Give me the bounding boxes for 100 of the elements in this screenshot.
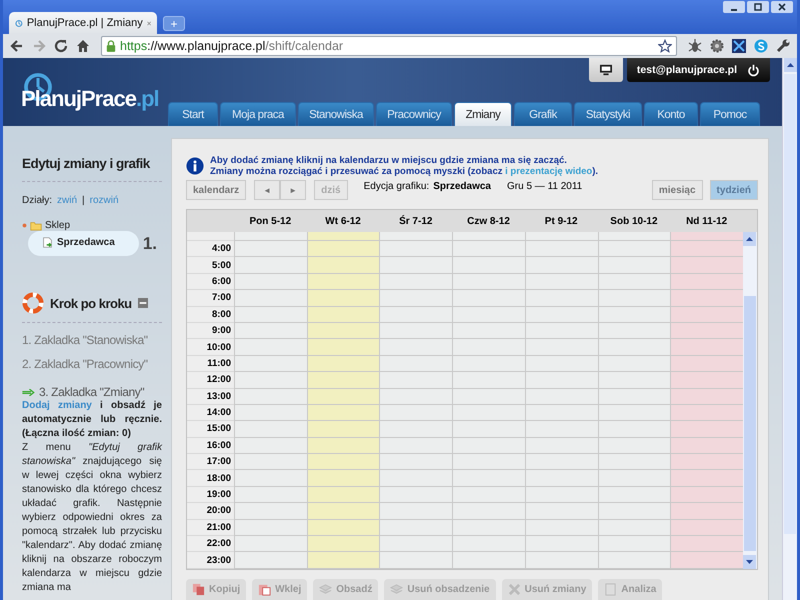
calendar-slot[interactable] <box>379 306 452 323</box>
calendar-slot[interactable] <box>598 470 670 487</box>
calendar-slot[interactable] <box>524 322 598 340</box>
calendar-slot[interactable] <box>524 503 598 520</box>
new-tab-button[interactable]: + <box>163 16 185 31</box>
calendar-slot[interactable] <box>306 552 380 569</box>
calendar-slot[interactable] <box>306 503 380 520</box>
calendar-slot[interactable] <box>452 438 525 454</box>
calendar-slot[interactable] <box>234 290 307 307</box>
calendar-slot[interactable] <box>670 486 743 504</box>
calendar-slot[interactable] <box>524 274 598 290</box>
calendar-slot[interactable] <box>306 454 380 470</box>
calendar-slot[interactable] <box>598 274 670 290</box>
add-shifts-link[interactable]: Dodaj zmiany <box>22 400 92 411</box>
calendar-slot[interactable] <box>452 536 525 552</box>
calendar-slot[interactable] <box>598 356 670 372</box>
calendar-slot[interactable] <box>524 372 598 389</box>
calendar-slot[interactable] <box>452 274 525 290</box>
calendar-slot[interactable] <box>598 232 670 241</box>
calendar-slot[interactable] <box>524 470 598 487</box>
calendar-slot[interactable] <box>306 257 380 274</box>
calendar-slot[interactable] <box>234 454 307 470</box>
calendar-slot[interactable] <box>524 290 598 307</box>
calendar-slot[interactable] <box>452 322 525 340</box>
calendar-slot[interactable] <box>234 552 307 569</box>
calendar-slot[interactable] <box>234 274 307 290</box>
calendar-slot[interactable] <box>524 552 598 569</box>
calendar-slot[interactable] <box>598 486 670 504</box>
calendar-slot[interactable] <box>524 404 598 422</box>
nav-tab[interactable]: Stanowiska <box>298 102 374 126</box>
gear-icon[interactable] <box>709 38 725 54</box>
nav-tab[interactable]: Moja praca <box>220 102 296 126</box>
calendar-slot[interactable] <box>452 404 525 422</box>
calendar-slot[interactable] <box>379 503 452 520</box>
calendar-slot[interactable] <box>306 306 380 323</box>
calendar-slot[interactable] <box>598 372 670 389</box>
calendar-slot[interactable] <box>306 421 380 438</box>
calendar-slot[interactable] <box>234 438 307 454</box>
calendar-slot[interactable] <box>379 257 452 274</box>
calendar-slot[interactable] <box>452 306 525 323</box>
calendar-slot[interactable] <box>452 454 525 470</box>
calendar-slot[interactable] <box>379 274 452 290</box>
logo-text[interactable]: PlanujPrace.pl <box>21 86 159 112</box>
calendar-slot[interactable] <box>598 404 670 422</box>
calendar-slot[interactable] <box>379 388 452 405</box>
calendar-slot[interactable] <box>598 438 670 454</box>
calendar-slot[interactable] <box>379 232 452 241</box>
calendar-slot[interactable] <box>234 421 307 438</box>
calendar-slot[interactable] <box>234 520 307 536</box>
calendar-slot[interactable] <box>234 339 307 356</box>
bug-icon[interactable] <box>687 38 703 54</box>
calendar-slot[interactable] <box>234 404 307 422</box>
calendar-slot[interactable] <box>670 339 743 356</box>
collapse-icon[interactable] <box>138 298 148 308</box>
nav-tab[interactable]: Statystyki <box>574 102 642 126</box>
calendar-button[interactable]: kalendarz <box>186 180 246 200</box>
calendar-slot[interactable] <box>524 232 598 241</box>
calendar-slot[interactable] <box>379 438 452 454</box>
calendar-slot[interactable] <box>524 486 598 504</box>
calendar-slot[interactable] <box>670 274 743 290</box>
extension-icon[interactable] <box>731 38 747 54</box>
calendar-slot[interactable] <box>306 372 380 389</box>
calendar-slot[interactable] <box>670 421 743 438</box>
calendar-slot[interactable] <box>379 339 452 356</box>
calendar-slot[interactable] <box>234 388 307 405</box>
calendar-slot[interactable] <box>379 520 452 536</box>
view-button[interactable]: tydzień <box>710 180 758 200</box>
close-button[interactable] <box>771 1 793 13</box>
calendar-slot[interactable] <box>524 520 598 536</box>
star-icon[interactable] <box>658 39 672 53</box>
calendar-slot[interactable] <box>598 339 670 356</box>
calendar-slot[interactable] <box>379 536 452 552</box>
calendar-slot[interactable] <box>306 438 380 454</box>
calendar-slot[interactable] <box>598 241 670 258</box>
calendar-slot[interactable] <box>598 552 670 569</box>
calendar-slot[interactable] <box>524 421 598 438</box>
user-account-button[interactable]: test@planujprace.pl <box>626 58 770 82</box>
step-link[interactable]: 1. Zakladka "Stanowiska" <box>22 333 148 347</box>
calendar-slot[interactable] <box>452 257 525 274</box>
calendar-slot[interactable] <box>670 520 743 536</box>
calendar-slot[interactable] <box>379 470 452 487</box>
calendar-slot[interactable] <box>234 306 307 323</box>
nav-tab[interactable]: Konto <box>644 102 698 126</box>
calendar-slot[interactable] <box>379 322 452 340</box>
calendar-slot[interactable] <box>670 438 743 454</box>
calendar-slot[interactable] <box>452 372 525 389</box>
nav-tab[interactable]: Start <box>168 102 218 126</box>
nav-tab[interactable]: Zmiany <box>454 102 512 126</box>
calendar-slot[interactable] <box>452 421 525 438</box>
calendar-slot[interactable] <box>598 388 670 405</box>
calendar-slot[interactable] <box>670 503 743 520</box>
calendar-slot[interactable] <box>452 388 525 405</box>
calendar-slot[interactable] <box>379 486 452 504</box>
calendar-slot[interactable] <box>379 241 452 258</box>
calendar-slot[interactable] <box>306 388 380 405</box>
scroll-down-icon[interactable] <box>743 554 756 569</box>
calendar-slot[interactable] <box>306 536 380 552</box>
calendar-slot[interactable] <box>598 421 670 438</box>
calendar-slot[interactable] <box>234 503 307 520</box>
calendar-slot[interactable] <box>379 372 452 389</box>
